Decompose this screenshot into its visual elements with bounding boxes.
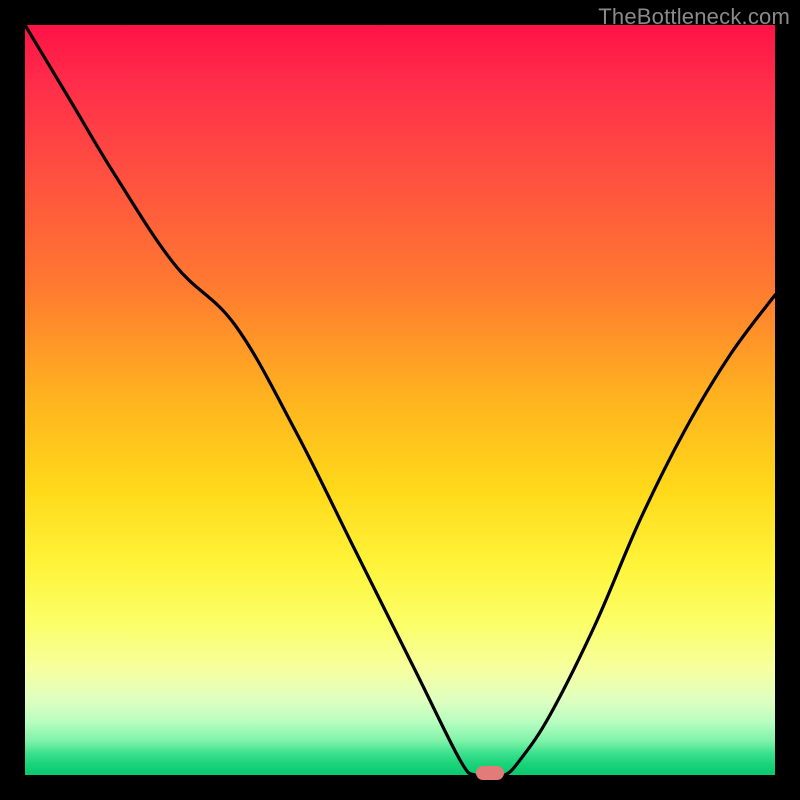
plot-area bbox=[25, 25, 775, 775]
optimal-point-marker bbox=[476, 766, 504, 780]
watermark-text: TheBottleneck.com bbox=[598, 4, 790, 30]
bottleneck-curve bbox=[25, 25, 775, 775]
chart-frame: TheBottleneck.com bbox=[0, 0, 800, 800]
